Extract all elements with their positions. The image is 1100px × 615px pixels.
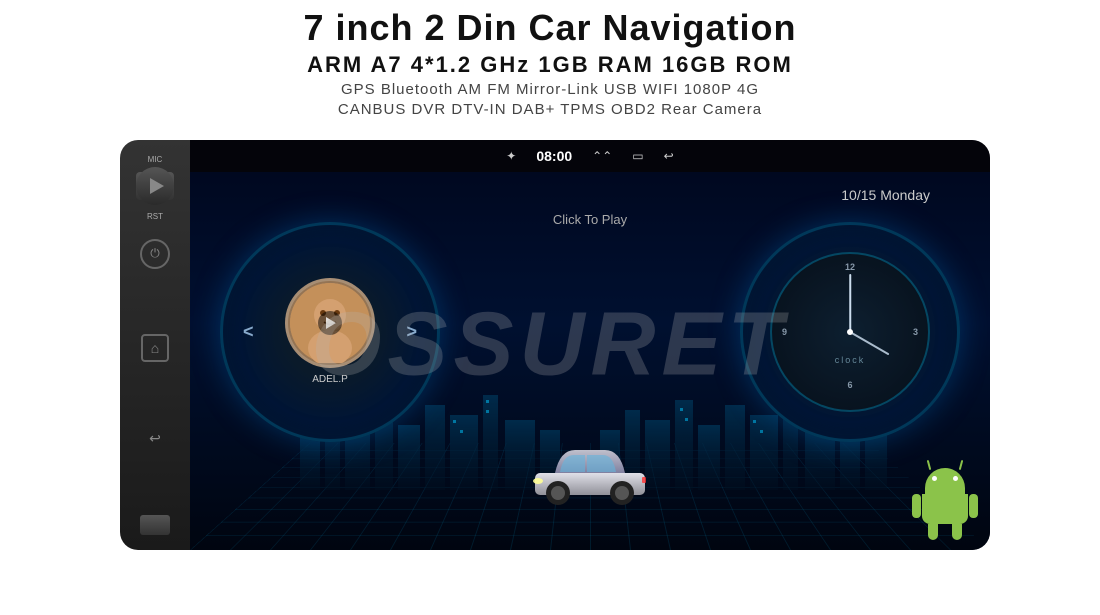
mic-label: MIC [148, 155, 163, 164]
power-icon: ⏻ [150, 246, 160, 261]
play-button[interactable] [136, 172, 174, 200]
device-container: OSSURET MIC RST ⏻ ⌂ ↩ ✦ 08:00 ⌃⌃ ▭ [60, 130, 1040, 560]
clock-face: 12 3 6 9 clock [770, 252, 930, 412]
signal-icon: ⌃⌃ [592, 149, 612, 163]
status-bar: ✦ 08:00 ⌃⌃ ▭ ↩ [190, 140, 990, 172]
clock-num-6: 6 [847, 380, 852, 390]
clock-label: clock [835, 355, 866, 365]
play-triangle-icon [150, 178, 164, 194]
music-player-circle[interactable]: ADEL.P < > [220, 222, 440, 442]
extra-button[interactable] [140, 515, 170, 535]
screen: ✦ 08:00 ⌃⌃ ▭ ↩ [190, 140, 990, 550]
play-overlay[interactable] [318, 311, 342, 335]
android-head [925, 468, 965, 494]
rst-label: RST [147, 212, 163, 221]
car-shape [530, 435, 650, 495]
android-antenna-right [959, 460, 964, 470]
android-right-leg [952, 524, 962, 540]
specs-line: ARM A7 4*1.2 GHz 1GB RAM 16GB ROM [0, 52, 1100, 78]
android-left-leg [928, 524, 938, 540]
clock-num-3: 3 [913, 327, 918, 337]
prev-button[interactable]: < [243, 321, 254, 342]
window-icon: ▭ [632, 149, 643, 163]
home-button[interactable]: ⌂ [141, 334, 169, 362]
android-antenna-left [927, 460, 932, 470]
play-btn-shape [136, 167, 174, 205]
music-title: ADEL.P [312, 374, 348, 385]
back-button[interactable]: ↩ [141, 427, 169, 449]
clock-num-9: 9 [782, 327, 787, 337]
features-line1: GPS Bluetooth AM FM Mirror-Link USB WIFI… [0, 81, 1100, 98]
header-section: 7 inch 2 Din Car Navigation ARM A7 4*1.2… [0, 0, 1100, 122]
status-time: 08:00 [536, 148, 572, 164]
clock-minute-hand [849, 274, 851, 332]
android-robot [910, 460, 980, 540]
clock-circle: 12 3 6 9 clock [740, 222, 960, 442]
android-left-eye [932, 476, 937, 481]
main-title: 7 inch 2 Din Car Navigation [0, 8, 1100, 48]
power-button[interactable]: ⏻ [140, 239, 170, 269]
android-right-arm [969, 494, 978, 518]
android-body [922, 494, 968, 524]
clock-num-12: 12 [845, 262, 855, 272]
album-art [285, 278, 375, 368]
cityscape-bg: Click To Play 10/15 Monday [190, 172, 990, 550]
clock-hour-hand [850, 331, 890, 355]
bluetooth-icon: ✦ [506, 149, 516, 163]
back-icon: ↩ [149, 430, 161, 447]
back-status-icon: ↩ [664, 149, 674, 163]
home-icon: ⌂ [151, 340, 159, 356]
date-display: 10/15 Monday [841, 187, 930, 203]
click-to-play-label[interactable]: Click To Play [553, 212, 627, 227]
features-line2: CANBUS DVR DTV-IN DAB+ TPMS OBD2 Rear Ca… [0, 101, 1100, 118]
clock-center-dot [847, 329, 853, 335]
left-panel: MIC RST ⏻ ⌂ ↩ [120, 140, 190, 550]
play-icon [326, 317, 336, 329]
next-button[interactable]: > [406, 321, 417, 342]
android-left-arm [912, 494, 921, 518]
android-right-eye [953, 476, 958, 481]
